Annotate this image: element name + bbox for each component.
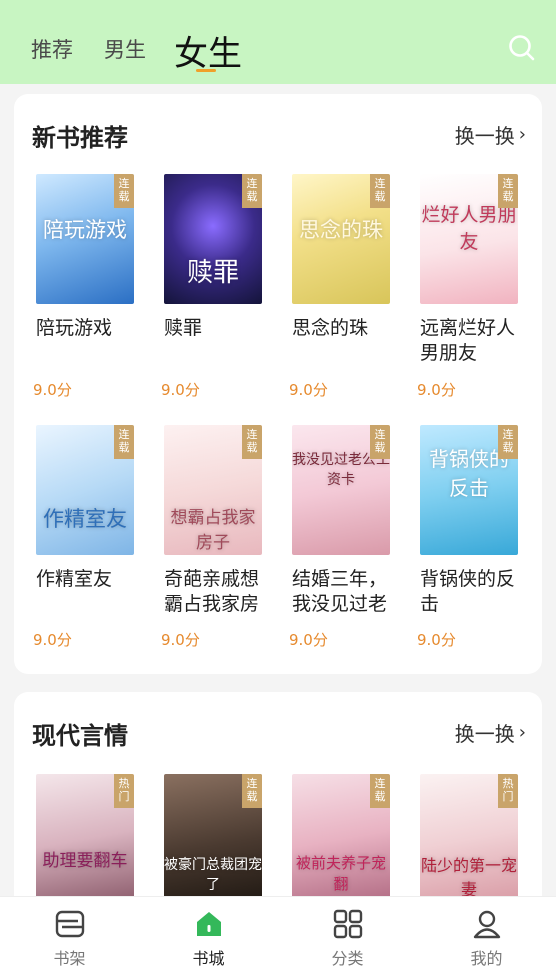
top-tab-bar: 推荐 男生 女生 bbox=[0, 0, 556, 84]
chevron-right-icon: › bbox=[518, 722, 526, 743]
section-title: 现代言情 bbox=[32, 722, 128, 750]
book-score: 9.0分 bbox=[161, 381, 200, 399]
book-title: 结婚三年，我没见过老 bbox=[292, 568, 388, 615]
nav-bookstore[interactable]: 书城 bbox=[139, 897, 278, 970]
book-item[interactable]: 被豪门总裁团宠了 连载 bbox=[164, 774, 274, 904]
nav-bookshelf[interactable]: 书架 bbox=[0, 897, 139, 970]
nav-category[interactable]: 分类 bbox=[278, 897, 417, 970]
profile-icon bbox=[473, 910, 501, 939]
book-score: 9.0分 bbox=[417, 381, 456, 399]
tab-male[interactable]: 男生 bbox=[104, 34, 146, 64]
book-item[interactable]: 陆少的第一宠妻 热门 bbox=[420, 774, 530, 904]
section-new-books: 新书推荐 换一换 › 陪玩游戏 连载 陪玩游戏 赎罪 连载 赎罪 思念的珠 连载… bbox=[14, 94, 542, 674]
book-cover: 想霸占我家房子 连载 bbox=[164, 425, 262, 555]
book-score: 9.0分 bbox=[33, 381, 72, 399]
status-badge: 连载 bbox=[498, 425, 518, 459]
book-cover: 助理要翻车 热门 bbox=[36, 774, 134, 904]
cover-title: 被豪门总裁团宠了 bbox=[164, 857, 262, 893]
book-title: 远离烂好人男朋友 bbox=[420, 317, 516, 364]
book-title: 背锅侠的反击 bbox=[420, 568, 516, 615]
status-badge: 连载 bbox=[370, 425, 390, 459]
bottom-nav: 书架 书城 分类 我的 bbox=[0, 896, 556, 970]
refresh-label: 换一换 bbox=[454, 124, 515, 148]
status-badge: 连载 bbox=[370, 174, 390, 208]
book-title: 思念的珠 bbox=[292, 317, 369, 339]
cover-title: 赎罪 bbox=[186, 258, 239, 288]
tab-recommend[interactable]: 推荐 bbox=[31, 34, 73, 64]
status-badge: 连载 bbox=[242, 174, 262, 208]
book-item[interactable]: 烂好人男朋友 连载 远离烂好人男朋友 bbox=[420, 174, 530, 366]
status-badge: 连载 bbox=[370, 774, 390, 808]
search-icon[interactable] bbox=[508, 34, 536, 62]
tab-female[interactable]: 女生 bbox=[174, 26, 242, 75]
chevron-right-icon: › bbox=[518, 124, 526, 145]
book-cover: 陆少的第一宠妻 热门 bbox=[420, 774, 518, 904]
book-title: 赎罪 bbox=[164, 317, 203, 339]
nav-label: 书城 bbox=[192, 949, 225, 968]
status-badge: 连载 bbox=[242, 425, 262, 459]
category-icon bbox=[333, 909, 363, 939]
book-cover: 被前夫养子宠翻 连载 bbox=[292, 774, 390, 904]
section-modern-romance: 现代言情 换一换 › 助理要翻车 热门 被豪门总裁团宠了 连载 被前夫养子宠翻 … bbox=[14, 692, 542, 922]
book-item[interactable]: 思念的珠 连载 思念的珠 bbox=[292, 174, 402, 341]
book-cover: 陪玩游戏 连载 bbox=[36, 174, 134, 304]
cover-title: 思念的珠 bbox=[299, 218, 383, 242]
status-badge: 连载 bbox=[242, 774, 262, 808]
cover-title: 作精室友 bbox=[43, 507, 127, 531]
book-item[interactable]: 我没见过老公工资卡 连载 结婚三年，我没见过老 bbox=[292, 425, 402, 617]
nav-label: 分类 bbox=[331, 949, 364, 968]
status-badge: 连载 bbox=[498, 174, 518, 208]
status-badge: 连载 bbox=[114, 174, 134, 208]
book-item[interactable]: 助理要翻车 热门 bbox=[36, 774, 146, 904]
section-title: 新书推荐 bbox=[32, 124, 128, 152]
book-cover: 烂好人男朋友 连载 bbox=[420, 174, 518, 304]
bookstore-icon bbox=[197, 912, 221, 936]
book-score: 9.0分 bbox=[289, 631, 328, 649]
status-badge: 热门 bbox=[498, 774, 518, 808]
nav-profile[interactable]: 我的 bbox=[417, 897, 556, 970]
cover-title: 助理要翻车 bbox=[42, 851, 128, 871]
cover-title: 陪玩游戏 bbox=[43, 218, 127, 242]
book-item[interactable]: 背锅侠的反击 连载 背锅侠的反击 bbox=[420, 425, 530, 617]
refresh-label: 换一换 bbox=[454, 722, 515, 746]
active-tab-indicator bbox=[196, 69, 216, 72]
nav-label: 我的 bbox=[470, 949, 503, 968]
book-item[interactable]: 想霸占我家房子 连载 奇葩亲戚想霸占我家房 bbox=[164, 425, 274, 617]
cover-title: 陆少的第一宠妻 bbox=[420, 856, 517, 899]
book-item[interactable]: 陪玩游戏 连载 陪玩游戏 bbox=[36, 174, 146, 341]
cover-title: 想霸占我家房子 bbox=[170, 508, 256, 553]
refresh-button[interactable]: 换一换 › bbox=[455, 120, 526, 149]
book-cover: 思念的珠 连载 bbox=[292, 174, 390, 304]
book-cover: 赎罪 连载 bbox=[164, 174, 262, 304]
status-badge: 热门 bbox=[114, 774, 134, 808]
cover-title: 被前夫养子宠翻 bbox=[295, 854, 386, 893]
book-score: 9.0分 bbox=[417, 631, 456, 649]
refresh-button[interactable]: 换一换 › bbox=[455, 718, 526, 747]
book-title: 奇葩亲戚想霸占我家房 bbox=[164, 568, 260, 615]
book-title: 陪玩游戏 bbox=[36, 317, 113, 339]
book-item[interactable]: 作精室友 连载 作精室友 bbox=[36, 425, 146, 592]
book-score: 9.0分 bbox=[33, 631, 72, 649]
book-item[interactable]: 赎罪 连载 赎罪 bbox=[164, 174, 274, 341]
book-score: 9.0分 bbox=[161, 631, 200, 649]
nav-label: 书架 bbox=[53, 949, 86, 968]
book-cover: 我没见过老公工资卡 连载 bbox=[292, 425, 390, 555]
cover-title: 烂好人男朋友 bbox=[421, 204, 517, 253]
book-cover: 作精室友 连载 bbox=[36, 425, 134, 555]
bookshelf-icon bbox=[55, 910, 85, 938]
book-score: 9.0分 bbox=[289, 381, 328, 399]
book-cover: 被豪门总裁团宠了 连载 bbox=[164, 774, 262, 904]
book-item[interactable]: 被前夫养子宠翻 连载 bbox=[292, 774, 402, 904]
status-badge: 连载 bbox=[114, 425, 134, 459]
book-title: 作精室友 bbox=[36, 568, 113, 590]
book-cover: 背锅侠的反击 连载 bbox=[420, 425, 518, 555]
